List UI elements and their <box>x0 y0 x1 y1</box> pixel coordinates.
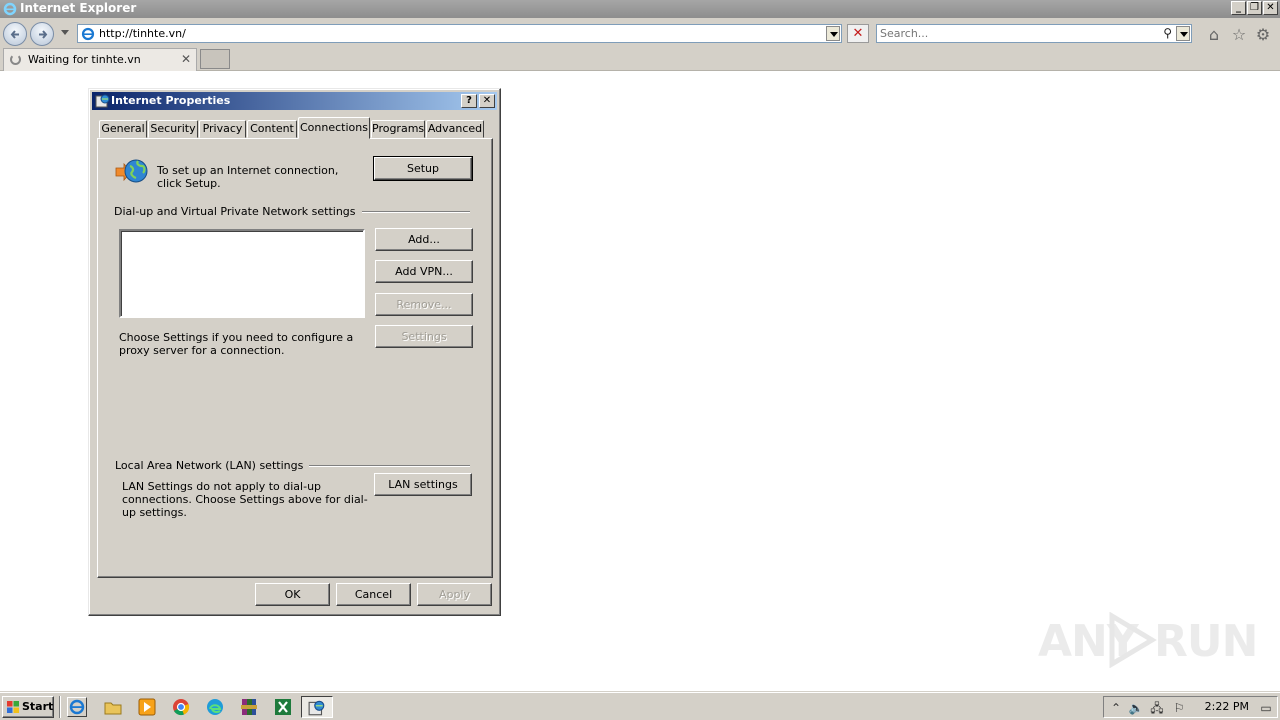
watermark-right-text: RUN <box>1154 616 1258 667</box>
taskbar-separator <box>59 696 61 718</box>
start-label: Start <box>22 700 54 713</box>
dialog-title: Internet Properties <box>111 94 231 107</box>
stop-button[interactable]: ✕ <box>847 24 869 43</box>
media-player-icon[interactable] <box>137 697 157 717</box>
back-button[interactable] <box>3 22 27 46</box>
cancel-button[interactable]: Cancel <box>336 583 411 606</box>
volume-icon[interactable]: 🔈 <box>1128 700 1144 716</box>
favorites-star-icon[interactable]: ☆ <box>1230 26 1248 44</box>
connections-listbox[interactable] <box>119 229 365 318</box>
internet-properties-task-icon <box>308 700 325 716</box>
start-button[interactable]: Start <box>2 696 54 718</box>
taskbar-clock[interactable]: 2:22 PM <box>1205 700 1249 713</box>
minimize-button[interactable]: _ <box>1231 1 1246 15</box>
restore-button[interactable]: ❐ <box>1247 1 1262 15</box>
connections-panel: To set up an Internet connection, click … <box>97 138 493 578</box>
taskbar: Start ⌃ 🔈 🖧 ⚐ 2:22 PM ▭ <box>0 692 1280 720</box>
history-dropdown-icon[interactable] <box>61 30 69 35</box>
tab-general[interactable]: General <box>99 120 147 138</box>
network-icon[interactable]: 🖧 <box>1149 700 1165 716</box>
play-triangle-icon <box>1109 612 1157 668</box>
tab-programs[interactable]: Programs <box>371 120 425 138</box>
explorer-folder-icon[interactable] <box>103 697 123 717</box>
help-button[interactable]: ? <box>461 94 477 108</box>
back-arrow-icon <box>10 30 19 39</box>
address-bar[interactable]: http://tinhte.vn/ <box>77 24 842 43</box>
home-icon[interactable]: ⌂ <box>1205 26 1223 44</box>
ie-page-icon <box>81 27 95 41</box>
forward-arrow-icon <box>39 30 48 39</box>
search-input[interactable] <box>880 26 1150 41</box>
show-desktop-icon[interactable]: ▭ <box>1258 700 1274 716</box>
proxy-description: Choose Settings if you need to configure… <box>119 331 354 357</box>
gear-icon[interactable]: ⚙ <box>1254 26 1272 44</box>
chrome-icon[interactable] <box>171 697 191 717</box>
show-hidden-icons-icon[interactable]: ⌃ <box>1108 700 1124 716</box>
tab-security[interactable]: Security <box>148 120 198 138</box>
system-tray: ⌃ 🔈 🖧 ⚐ 2:22 PM ▭ <box>1103 696 1278 718</box>
windows-flag-icon <box>7 701 19 713</box>
dialog-titlebar[interactable]: Internet Properties ? ✕ <box>92 92 497 110</box>
search-icon[interactable]: ⚲ <box>1163 26 1172 40</box>
excel-icon[interactable] <box>273 697 293 717</box>
browser-tab-label: Waiting for tinhte.vn <box>28 53 141 66</box>
close-window-button[interactable]: ✕ <box>1263 1 1278 15</box>
forward-button[interactable] <box>30 22 54 46</box>
dialog-close-button[interactable]: ✕ <box>479 94 495 108</box>
action-center-flag-icon[interactable]: ⚐ <box>1171 700 1187 716</box>
loading-spinner-icon <box>10 54 21 65</box>
add-button[interactable]: Add... <box>375 228 473 251</box>
remove-button[interactable]: Remove... <box>375 293 473 316</box>
browser-window-title: Internet Explorer <box>20 1 137 15</box>
tab-content[interactable]: Content <box>247 120 297 138</box>
internet-properties-icon <box>95 94 110 108</box>
lan-description: LAN Settings do not apply to dial-up con… <box>122 480 368 519</box>
dialup-group-label: Dial-up and Virtual Private Network sett… <box>114 205 362 218</box>
new-tab-button[interactable] <box>200 49 230 69</box>
browser-tab[interactable]: Waiting for tinhte.vn ✕ <box>3 48 197 71</box>
add-vpn-button[interactable]: Add VPN... <box>375 260 473 283</box>
settings-button[interactable]: Settings <box>375 325 473 348</box>
lan-settings-button[interactable]: LAN settings <box>374 473 472 496</box>
apply-button[interactable]: Apply <box>417 583 492 606</box>
address-dropdown-button[interactable] <box>826 26 840 41</box>
browser-navbar: http://tinhte.vn/ ✕ ⚲ ⌂ ☆ ⚙ <box>0 18 1280 48</box>
setup-button[interactable]: Setup <box>373 156 473 181</box>
tab-connections[interactable]: Connections <box>298 117 370 139</box>
tab-close-icon[interactable]: ✕ <box>181 52 191 66</box>
search-box[interactable]: ⚲ <box>876 24 1192 43</box>
tab-privacy[interactable]: Privacy <box>199 120 246 138</box>
edge-icon[interactable] <box>205 697 225 717</box>
globe-connection-icon <box>115 159 148 183</box>
anyrun-watermark: ANY RUN <box>1038 608 1258 672</box>
ok-button[interactable]: OK <box>255 583 330 606</box>
setup-description: To set up an Internet connection, click … <box>157 164 339 190</box>
internet-properties-dialog: Internet Properties ? ✕ General Security… <box>88 88 501 616</box>
browser-titlebar: Internet Explorer _ ❐ ✕ <box>0 0 1280 18</box>
window-controls: _ ❐ ✕ <box>1231 1 1278 15</box>
lan-group-label: Local Area Network (LAN) settings <box>115 459 310 472</box>
taskbar-internet-properties-item[interactable] <box>301 696 333 718</box>
tab-advanced[interactable]: Advanced <box>426 120 484 138</box>
address-url: http://tinhte.vn/ <box>99 27 186 40</box>
browser-tab-strip: Waiting for tinhte.vn ✕ <box>0 48 1280 71</box>
winrar-icon[interactable] <box>239 697 259 717</box>
search-dropdown-button[interactable] <box>1176 26 1190 41</box>
ie-logo-icon <box>3 2 17 16</box>
ie-quicklaunch-icon[interactable] <box>67 697 87 717</box>
